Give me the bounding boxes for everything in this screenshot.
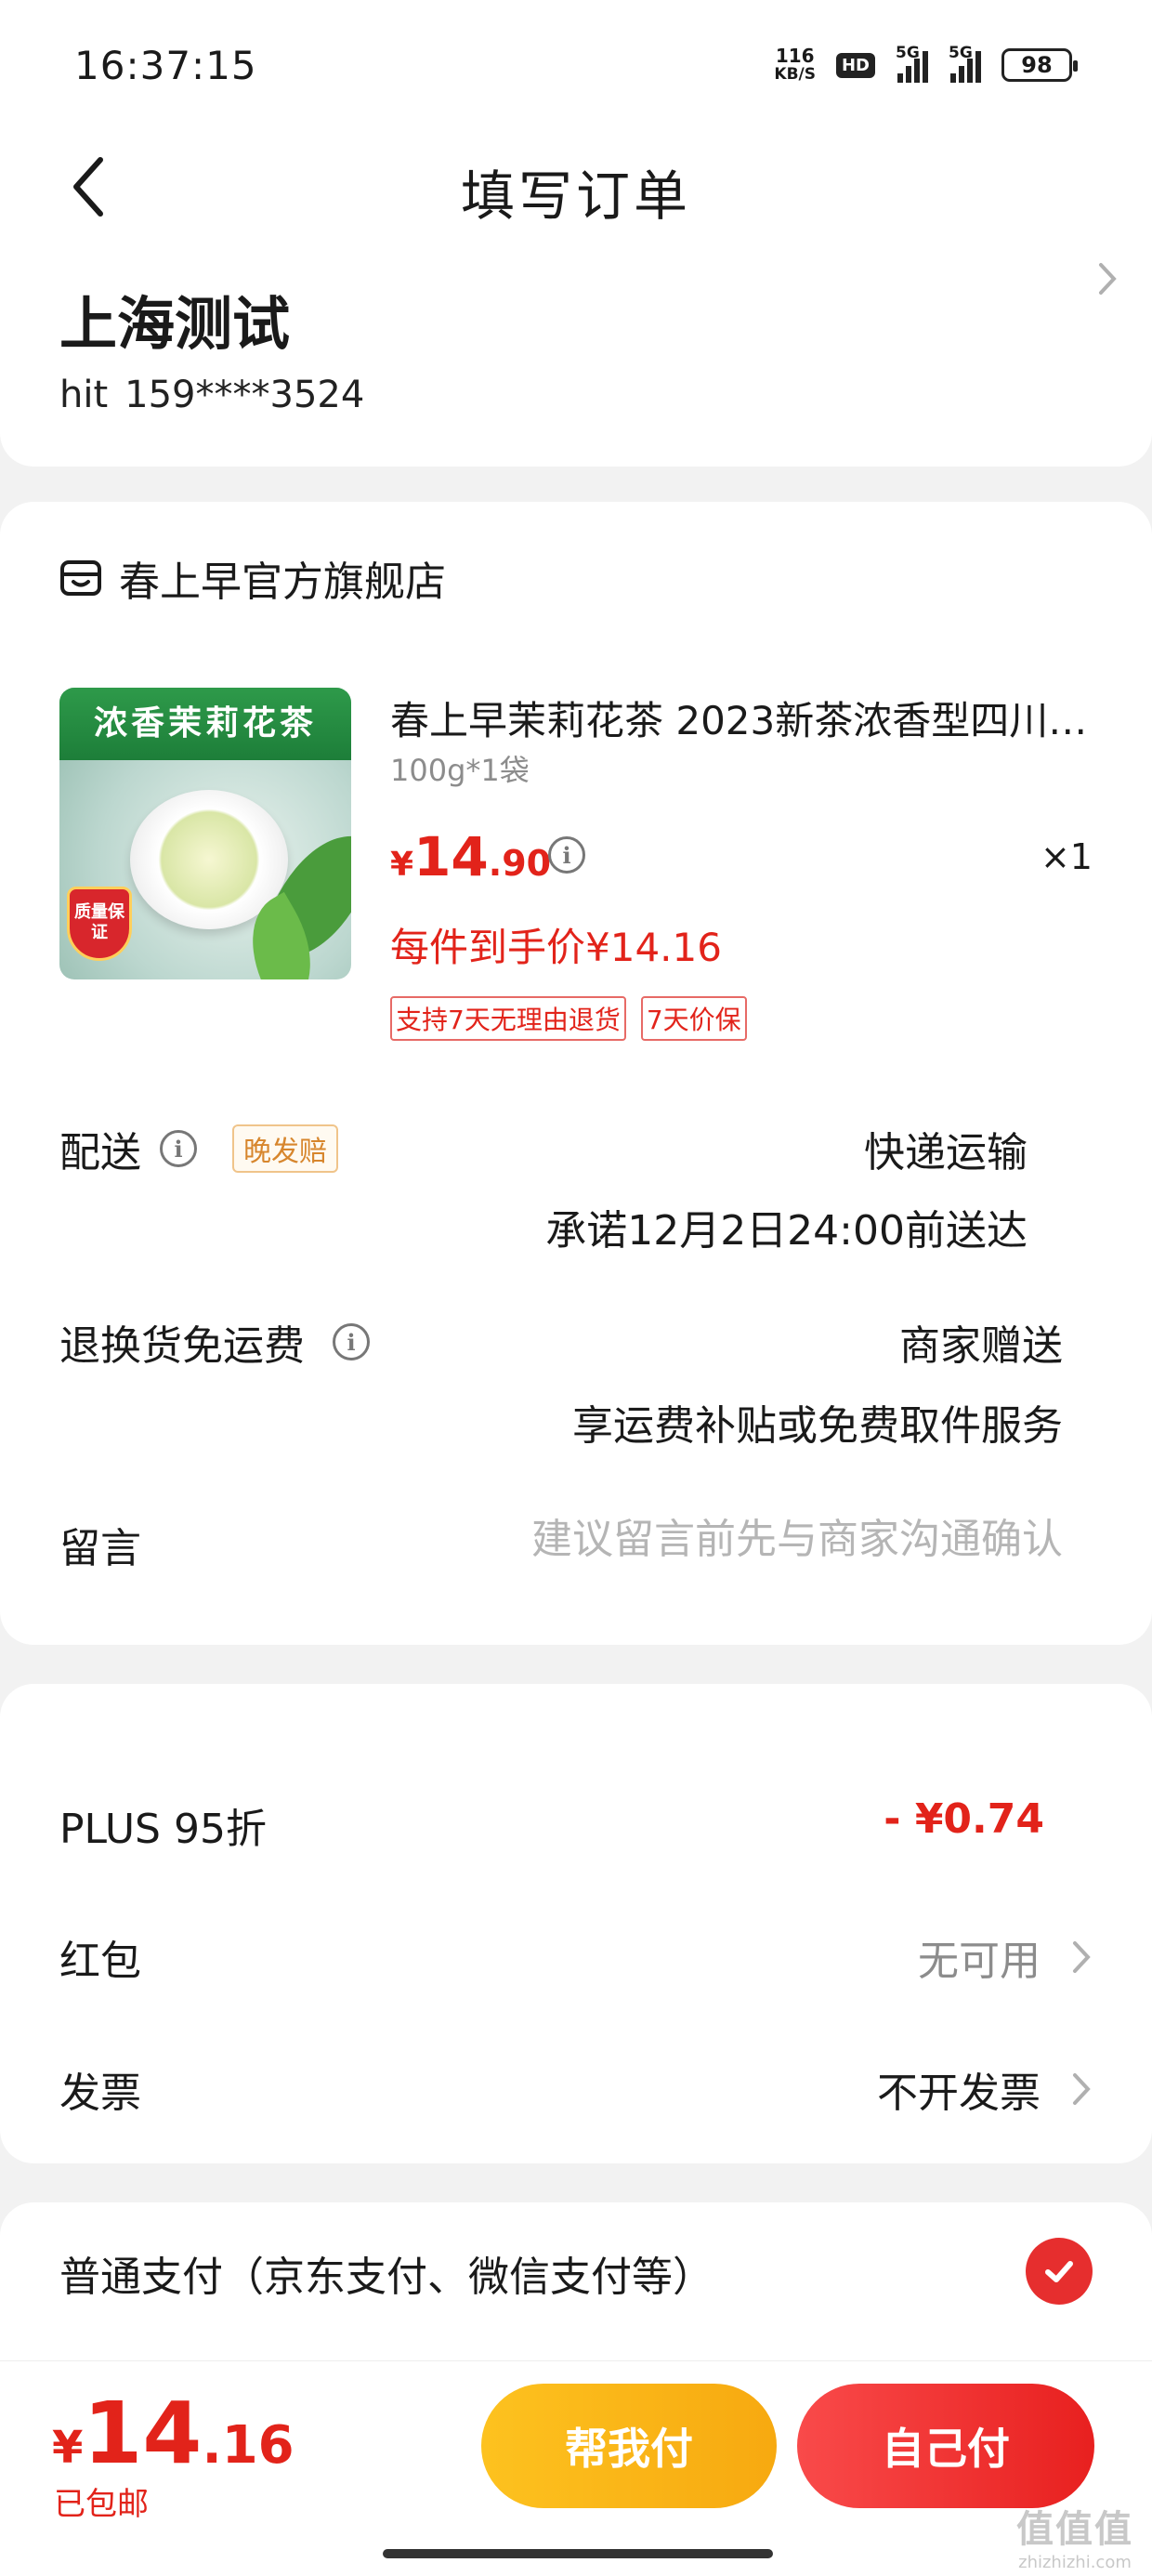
store-header[interactable]: 春上早官方旗舰店 — [59, 548, 446, 608]
message-input[interactable] — [412, 1511, 1063, 1567]
return-desc: 享运费补贴或免费取件服务 — [572, 1402, 1063, 1450]
tag-price-protect: 7天价保 — [640, 996, 747, 1041]
signal-icon-2: 5G — [949, 44, 981, 83]
message-label: 留言 — [59, 1525, 141, 1572]
signal-label: 5G — [896, 44, 920, 62]
address-card[interactable]: 上海测试 hit 159****3524 — [0, 242, 1152, 467]
price-currency: ¥ — [390, 846, 414, 884]
return-provider: 商家赠送 — [899, 1322, 1063, 1370]
address-contact: hit 159****3524 — [59, 374, 381, 416]
invoice-value: 不开发票 — [877, 2070, 1041, 2117]
product-title[interactable]: 春上早茉莉花茶 2023新茶浓香型四川特级飘雪 — [390, 690, 1096, 746]
hd-icon: HD — [835, 52, 875, 78]
chevron-right-icon — [1096, 260, 1119, 297]
signal-label-2: 5G — [949, 44, 973, 62]
total-decimal: .16 — [202, 2415, 295, 2476]
net-speed-unit: KB/S — [774, 65, 816, 84]
shipping-note: 已包邮 — [54, 2486, 149, 2523]
plus-label: PLUS 95折 — [59, 1806, 267, 1853]
discount-card: PLUS 95折 - ¥0.74 红包 无可用 发票 不开发票 — [0, 1684, 1152, 2163]
status-bar: 16:37:15 116 KB/S HD 5G 5G 98 — [0, 0, 1152, 130]
plus-value: - ¥0.74 — [884, 1795, 1044, 1843]
delivery-value[interactable]: 快递运输 承诺12月2日24:00前送达 — [545, 1119, 1028, 1256]
delivery-promise: 承诺12月2日24:00前送达 — [545, 1207, 1028, 1255]
net-speed-value: 116 — [775, 45, 815, 67]
arrival-price: 每件到手价¥14.16 — [390, 925, 722, 970]
status-icons: 116 KB/S HD 5G 5G 98 — [774, 41, 1078, 89]
home-indicator[interactable] — [383, 2549, 773, 2558]
late-delivery-tag: 晚发赔 — [232, 1124, 338, 1173]
store-card: 春上早官方旗舰店 浓香茉莉花茶 质量保证 春上早茉莉花茶 2023新茶浓香型四川… — [0, 502, 1152, 1645]
store-icon — [60, 560, 101, 596]
total-currency: ¥ — [52, 2422, 84, 2474]
payment-method-label: 普通支付（京东支付、微信支付等） — [59, 2254, 713, 2301]
red-packet-label: 红包 — [59, 1938, 141, 1985]
quality-badge: 质量保证 — [67, 887, 132, 961]
red-packet-value: 无可用 — [918, 1938, 1041, 1985]
invoice-label: 发票 — [59, 2070, 141, 2117]
delivery-method: 快递运输 — [864, 1129, 1028, 1176]
chevron-right-icon — [1070, 2070, 1093, 2108]
watermark: 值值值 zhizhizhi.com — [1016, 2499, 1133, 2572]
product-image[interactable]: 浓香茉莉花茶 质量保证 — [59, 688, 351, 979]
bottom-bar: ¥ 14 .16 已包邮 帮我付 自己付 值值值 zhizhizhi.com — [0, 2360, 1152, 2576]
contact-name: hit — [59, 374, 109, 416]
invoice-row[interactable]: 发票 不开发票 — [59, 2059, 1093, 2124]
delivery-info-icon[interactable]: i — [160, 1130, 197, 1167]
red-packet-row[interactable]: 红包 无可用 — [59, 1927, 1093, 1992]
page-header: 填写订单 — [0, 130, 1152, 242]
net-speed: 116 KB/S — [774, 46, 816, 84]
address-name: 上海测试 — [59, 290, 291, 358]
signal-icon: 5G — [896, 44, 928, 83]
product-price: ¥ 14 .90 — [390, 825, 551, 888]
payment-card[interactable]: 普通支付（京东支付、微信支付等） — [0, 2202, 1152, 2370]
return-row-label: 退换货免运费 i — [59, 1312, 370, 1372]
price-info-icon[interactable]: i — [548, 836, 585, 874]
product-spec: 100g*1袋 — [390, 753, 530, 788]
store-name: 春上早官方旗舰店 — [119, 559, 446, 606]
contact-phone: 159****3524 — [124, 374, 365, 416]
tag-return: 支持7天无理由退货 — [390, 996, 626, 1041]
total-integer: 14 — [83, 2384, 203, 2483]
battery-icon: 98 — [1001, 48, 1078, 82]
total-price: ¥ 14 .16 — [52, 2384, 295, 2483]
status-time: 16:37:15 — [74, 43, 257, 88]
delivery-label: 配送 — [59, 1129, 141, 1176]
help-me-pay-button[interactable]: 帮我付 — [481, 2384, 777, 2508]
return-info-icon[interactable]: i — [333, 1323, 370, 1360]
plus-discount-row: PLUS 95折 - ¥0.74 — [59, 1795, 1093, 1860]
product-quantity: ×1 — [1040, 836, 1093, 877]
service-tags: 支持7天无理由退货 7天价保 — [390, 996, 747, 1041]
watermark-url: zhizhizhi.com — [1018, 2553, 1132, 2572]
product-image-banner: 浓香茉莉花茶 — [59, 688, 351, 760]
page-title: 填写订单 — [460, 164, 691, 228]
checkmark-icon[interactable] — [1026, 2238, 1093, 2305]
return-value: 商家赠送 享运费补贴或免费取件服务 — [572, 1312, 1063, 1452]
return-label: 退换货免运费 — [59, 1322, 305, 1370]
price-decimal: .90 — [488, 843, 552, 884]
chevron-right-icon — [1070, 1939, 1093, 1976]
watermark-logo: 值值值 — [1016, 2508, 1133, 2551]
pay-myself-button[interactable]: 自己付 — [797, 2384, 1094, 2508]
price-integer: 14 — [413, 825, 489, 888]
delivery-row-label: 配送 i 晚发赔 — [59, 1119, 338, 1178]
